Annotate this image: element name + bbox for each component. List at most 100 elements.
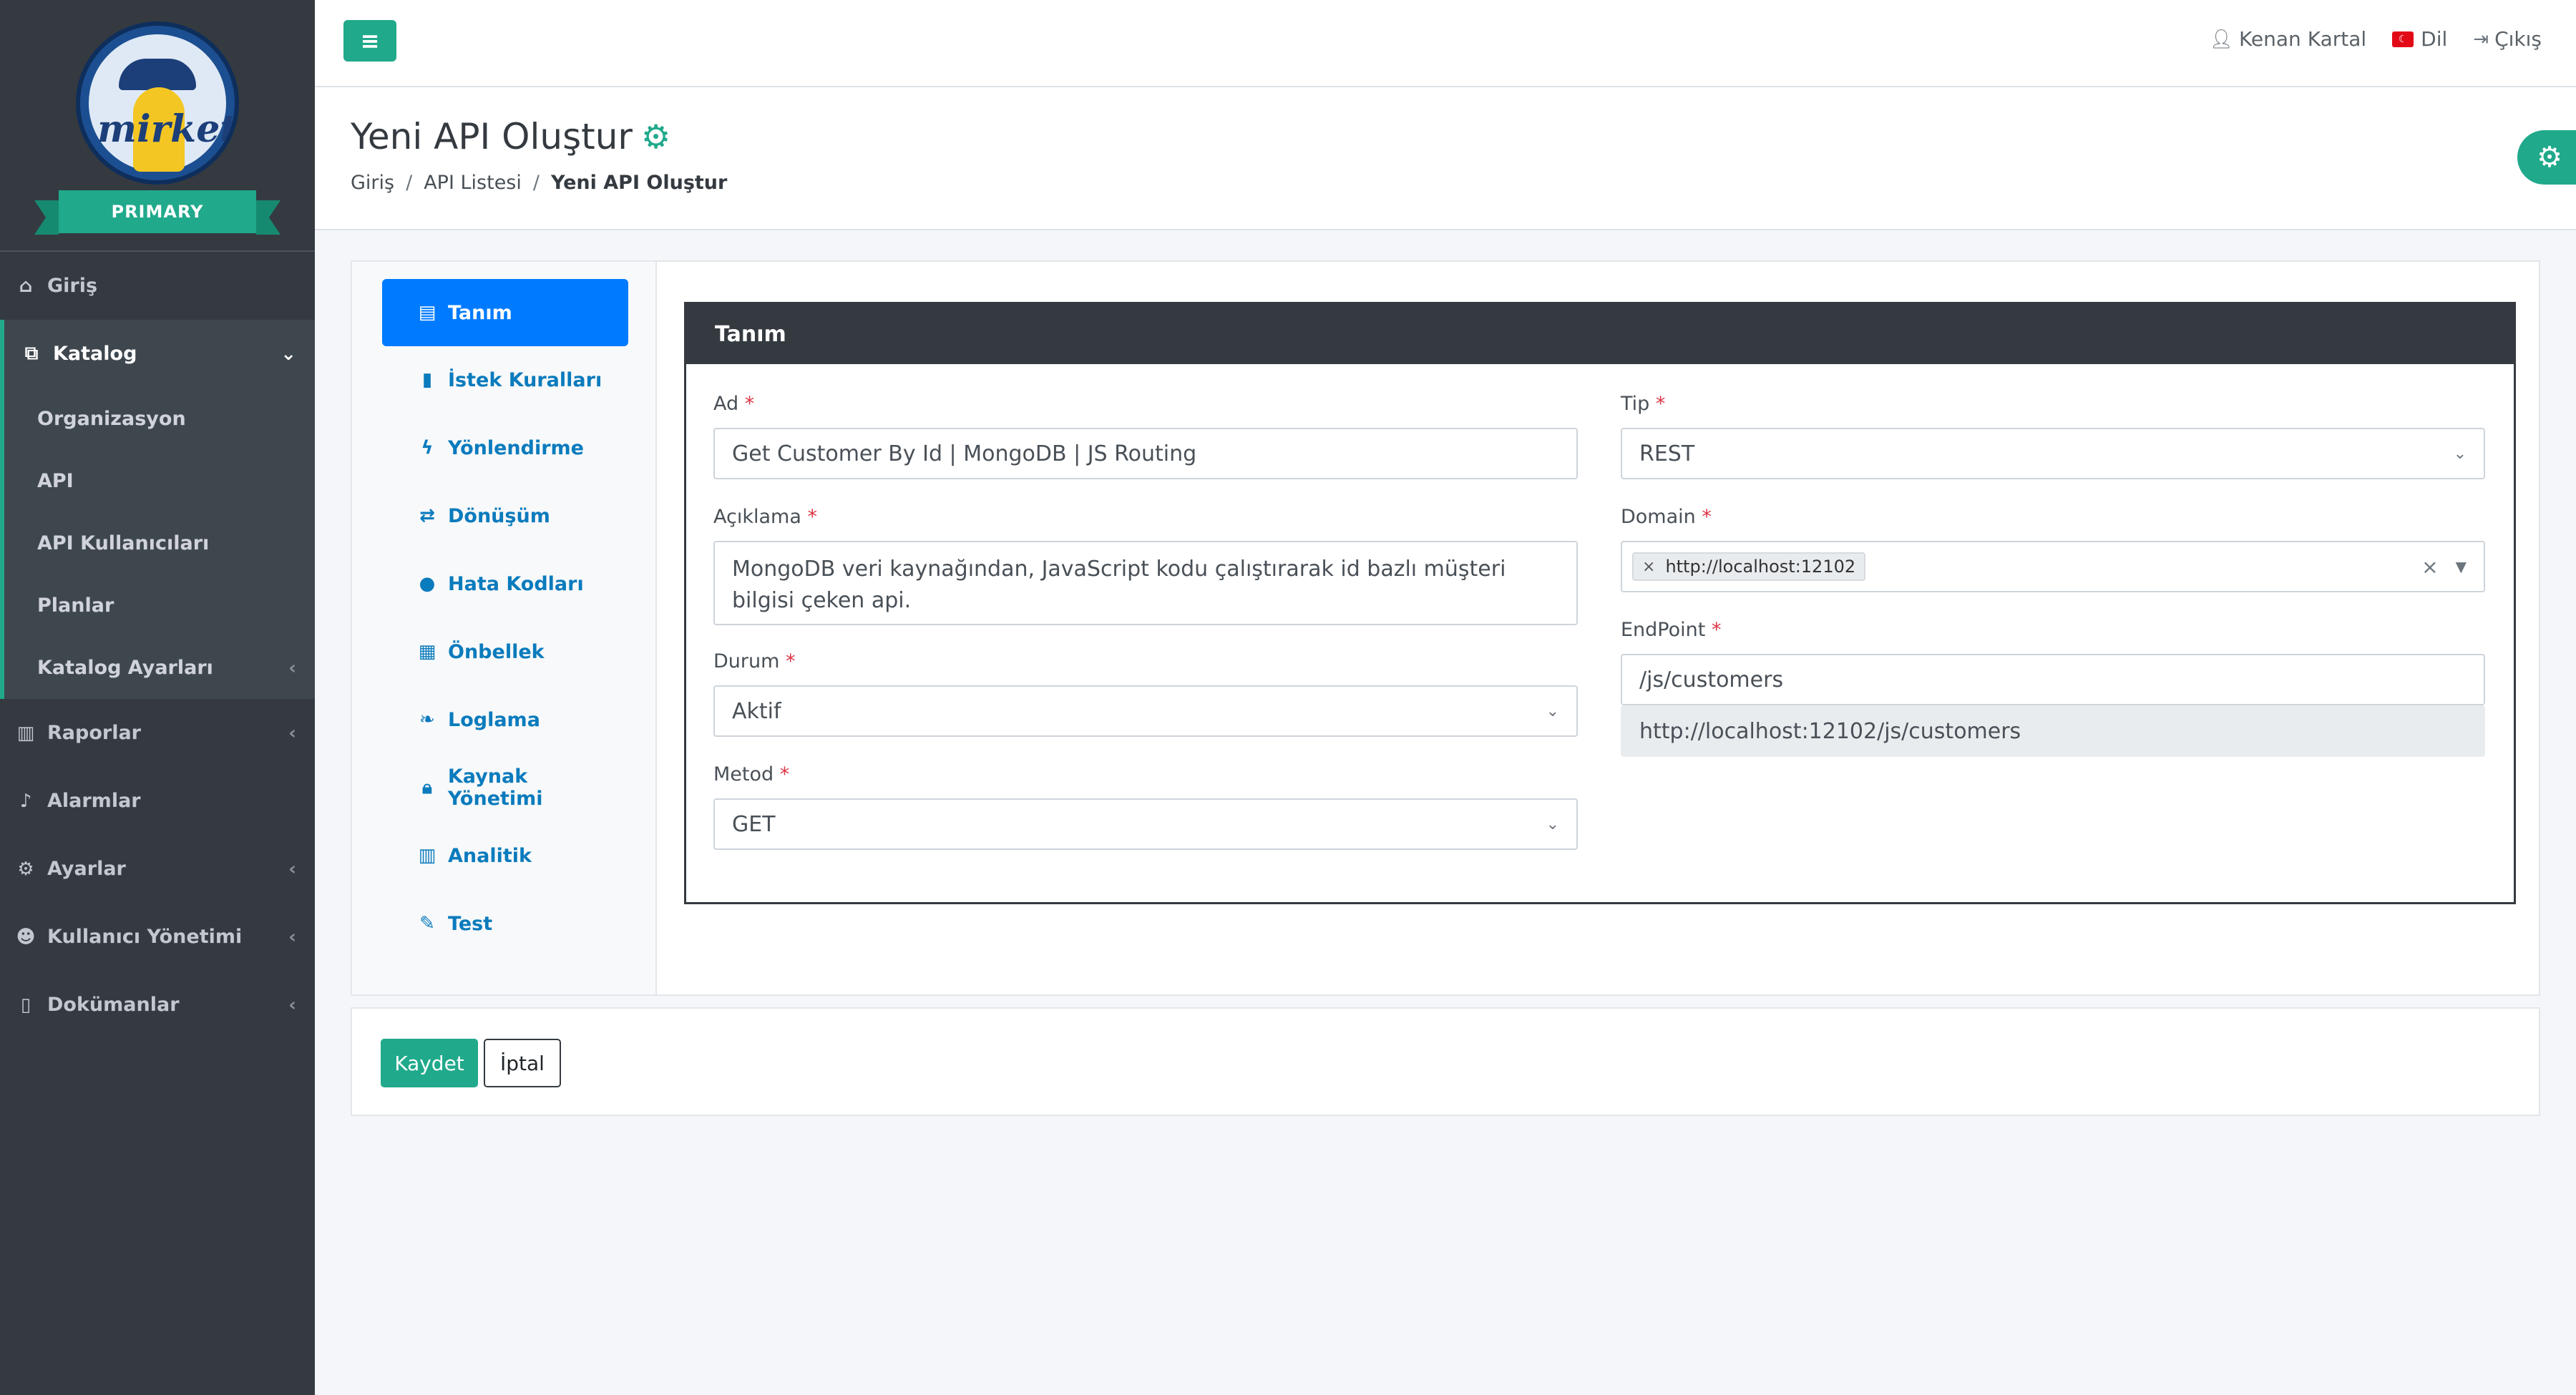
brand-logo[interactable]: mirket PRIMARY — [0, 0, 315, 252]
tab-label: Tanım — [448, 301, 512, 324]
user-menu[interactable]: 👤︎ Kenan Kartal — [2210, 27, 2366, 51]
sidebar-item-ayarlar[interactable]: ⚙ Ayarlar ‹ — [0, 835, 315, 903]
tab-test[interactable]: ✎ Test — [382, 890, 628, 957]
sidebar-item-katalog[interactable]: ⧉ Katalog ⌄ — [0, 320, 315, 388]
durum-select[interactable]: Aktif ⌄ — [713, 685, 1578, 737]
chevron-down-icon: ⌄ — [1546, 702, 1559, 720]
content-header: Yeni API Oluştur ⚙ Giriş / API Listesi /… — [315, 87, 2576, 230]
breadcrumb-api-listesi[interactable]: API Listesi — [424, 172, 522, 194]
top-navbar: ≡ 👤︎ Kenan Kartal ☾ Dil ⇥ Çıkış — [315, 0, 2576, 87]
sidebar-item-label: API Kullanıcıları — [37, 532, 210, 554]
home-icon: ⌂ — [19, 275, 33, 297]
control-sidebar-button[interactable]: ⚙ — [2517, 130, 2576, 185]
id-card-icon: ▤ — [418, 302, 436, 323]
metod-select[interactable]: GET ⌄ — [713, 798, 1578, 850]
remove-tag-icon[interactable]: × — [1642, 558, 1655, 576]
mascot-logo-icon: mirket — [76, 21, 239, 185]
logout-link[interactable]: ⇥ Çıkış — [2473, 27, 2542, 51]
domain-field: Domain * × http://localhost:12102 × ▼ — [1621, 506, 2485, 592]
sitemap-icon: ⧉ — [24, 343, 39, 364]
file-icon: ▯ — [20, 994, 31, 1016]
breadcrumb-current: Yeni API Oluştur — [551, 172, 728, 194]
tab-label: Test — [448, 912, 493, 935]
brand-ribbon: PRIMARY — [34, 190, 280, 235]
exchange-icon: ⇄ — [419, 505, 435, 527]
chevron-down-icon: ⌄ — [280, 343, 296, 365]
flag-tr-icon: ☾ — [2392, 31, 2414, 47]
tab-label: Loglama — [448, 708, 540, 731]
user-name: Kenan Kartal — [2238, 27, 2367, 51]
metod-value: GET — [732, 811, 776, 837]
sidebar-item-kullanici-yonetimi[interactable]: ☻ Kullanıcı Yönetimi ‹ — [0, 903, 315, 971]
sidebar-item-api-kullanicilari[interactable]: API Kullanıcıları — [4, 512, 315, 574]
sidebar-item-raporlar[interactable]: ▥ Raporlar ‹ — [0, 699, 315, 767]
tab-kaynak-yonetimi[interactable]: 🔒︎ Kaynak Yönetimi — [382, 754, 628, 821]
sidebar-item-organizasyon[interactable]: Organizasyon — [4, 388, 315, 450]
aciklama-textarea[interactable]: MongoDB veri kaynağından, JavaScript kod… — [713, 541, 1578, 625]
domain-tag[interactable]: × http://localhost:12102 — [1632, 552, 1866, 581]
tab-donusum[interactable]: ⇄ Dönüşüm — [382, 482, 628, 549]
memory-icon: ▦ — [418, 641, 436, 662]
gears-icon: ⚙ — [17, 858, 34, 880]
chevron-down-icon: ⌄ — [2453, 444, 2467, 463]
lock-icon: 🔒︎ — [422, 776, 432, 798]
sidebar-item-label: API — [37, 470, 74, 492]
endpoint-value: /js/customers — [1639, 667, 1784, 692]
ad-field: Ad * Get Customer By Id | MongoDB | JS R… — [713, 393, 1578, 479]
sidebar-item-alarmlar[interactable]: ♪ Alarmlar — [0, 767, 315, 835]
leaf-icon: ❧ — [419, 709, 435, 730]
sidebar-item-label: Raporlar — [47, 722, 141, 744]
sidebar-item-giris[interactable]: ⌂ Giriş — [0, 252, 315, 320]
endpoint-input[interactable]: /js/customers — [1621, 654, 2485, 705]
clear-icon[interactable]: × — [2421, 555, 2438, 579]
aciklama-value: MongoDB veri kaynağından, JavaScript kod… — [732, 557, 1506, 613]
metod-field: Metod * GET ⌄ — [713, 763, 1578, 850]
chevron-left-icon: ‹ — [288, 858, 296, 880]
domain-multiselect[interactable]: × http://localhost:12102 × ▼ — [1621, 541, 2485, 592]
tab-tanim[interactable]: ▤ Tanım — [382, 279, 628, 346]
tip-label: Tip * — [1621, 393, 1666, 415]
sidebar-item-label: Alarmlar — [47, 790, 141, 812]
form-actions-card: Kaydet İptal — [351, 1007, 2540, 1116]
menu-toggle-button[interactable]: ≡ — [343, 20, 396, 62]
tab-istek-kurallari[interactable]: ▮ İstek Kuralları — [382, 346, 628, 413]
sidebar-item-label: Kullanıcı Yönetimi — [47, 926, 243, 948]
tab-loglama[interactable]: ❧ Loglama — [382, 686, 628, 753]
breadcrumb-separator: / — [406, 172, 413, 194]
gears-icon: ⚙ — [640, 117, 671, 156]
tab-analitik[interactable]: ▥ Analitik — [382, 822, 628, 889]
tab-label: Dönüşüm — [448, 504, 550, 527]
user-icon: 👤︎ — [2209, 28, 2233, 50]
katalog-submenu: Organizasyon API API Kullanıcıları Planl… — [0, 388, 315, 699]
tip-select[interactable]: REST ⌄ — [1621, 428, 2485, 479]
endpoint-field: EndPoint * /js/customers http://localhos… — [1621, 619, 2485, 757]
save-button[interactable]: Kaydet — [381, 1039, 478, 1087]
language-label: Dil — [2421, 27, 2448, 51]
caret-down-icon[interactable]: ▼ — [2456, 558, 2467, 575]
vertical-tabs: ▤ Tanım ▮ İstek Kuralları ϟ Yönlendirme … — [352, 262, 657, 994]
top-right-menu: 👤︎ Kenan Kartal ☾ Dil ⇥ Çıkış — [2184, 27, 2542, 51]
sidebar-item-planlar[interactable]: Planlar — [4, 574, 315, 637]
sidebar-item-katalog-ayarlari[interactable]: Katalog Ayarları ‹ — [4, 637, 315, 699]
tab-yonlendirme[interactable]: ϟ Yönlendirme — [382, 414, 628, 481]
metod-label: Metod * — [713, 763, 790, 785]
panel-title: Tanım — [686, 304, 2514, 364]
breadcrumb-separator: / — [532, 172, 540, 194]
sidebar-item-dokumanlar[interactable]: ▯ Dokümanlar ‹ — [0, 971, 315, 1039]
breadcrumb-giris[interactable]: Giriş — [351, 172, 394, 194]
ad-input[interactable]: Get Customer By Id | MongoDB | JS Routin… — [713, 428, 1578, 479]
document-icon: ▮ — [421, 369, 433, 391]
tab-label: Önbellek — [448, 640, 545, 663]
cancel-button[interactable]: İptal — [484, 1039, 561, 1087]
tab-label: Hata Kodları — [448, 572, 584, 595]
chevron-down-icon: ⌄ — [1546, 815, 1559, 833]
aciklama-field: Açıklama * MongoDB veri kaynağından, Jav… — [713, 506, 1578, 625]
tab-hata-kodlari[interactable]: ● Hata Kodları — [382, 550, 628, 617]
pencil-icon: ✎ — [419, 913, 435, 934]
language-menu[interactable]: ☾ Dil — [2392, 27, 2447, 51]
tab-onbellek[interactable]: ▦ Önbellek — [382, 618, 628, 685]
sidebar-item-api[interactable]: API — [4, 450, 315, 512]
exclamation-icon: ● — [419, 573, 436, 594]
chevron-left-icon: ‹ — [288, 994, 296, 1016]
users-icon: ☻ — [16, 926, 36, 948]
